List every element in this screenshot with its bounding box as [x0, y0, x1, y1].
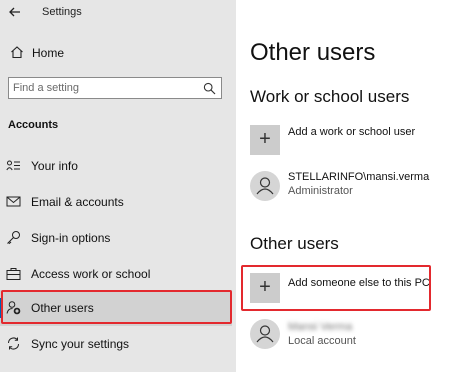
sidebar-item-sign-in-options[interactable]: Sign-in options — [0, 220, 232, 256]
highlight-box — [1, 290, 232, 324]
sidebar-item-your-info[interactable]: Your info — [0, 148, 232, 184]
section-heading-other-users: Other users — [250, 234, 339, 253]
work-user-name[interactable]: STELLARINFO\mansi.verma — [288, 171, 429, 183]
sidebar-item-label: Sync your settings — [31, 337, 130, 351]
briefcase-icon — [6, 268, 21, 280]
highlight-box — [241, 265, 431, 311]
sidebar-item-label: Email & accounts — [31, 195, 124, 209]
section-header-accounts: Accounts — [8, 119, 59, 131]
sidebar: Settings Home Accounts Your info Email &… — [0, 0, 236, 372]
back-arrow-icon[interactable] — [8, 5, 22, 19]
key-icon — [7, 231, 20, 245]
sync-icon — [8, 337, 19, 350]
section-heading-work-school: Work or school users — [250, 87, 410, 106]
home-link[interactable]: Home — [32, 46, 64, 60]
window-title: Settings — [42, 6, 82, 18]
search-icon[interactable] — [203, 82, 216, 95]
avatar[interactable] — [250, 171, 280, 201]
add-work-user-button[interactable]: + — [250, 125, 280, 155]
work-user-role: Administrator — [288, 185, 353, 197]
sidebar-item-sync-settings[interactable]: Sync your settings — [0, 326, 232, 362]
plus-icon: + — [259, 128, 271, 150]
email-icon — [6, 196, 21, 207]
home-icon — [11, 46, 23, 59]
sidebar-item-access-work-school[interactable]: Access work or school — [0, 256, 232, 292]
page-title: Other users — [250, 39, 376, 66]
add-work-user-label[interactable]: Add a work or school user — [288, 126, 415, 138]
avatar[interactable] — [250, 319, 280, 349]
sidebar-item-label: Access work or school — [31, 267, 151, 281]
person-icon — [256, 177, 274, 195]
sidebar-item-label: Your info — [31, 159, 78, 173]
search-box[interactable] — [8, 77, 222, 99]
person-icon — [256, 325, 274, 343]
search-input[interactable] — [13, 80, 193, 96]
sidebar-item-email-accounts[interactable]: Email & accounts — [0, 184, 232, 220]
your-info-icon — [6, 160, 20, 171]
local-user-name[interactable]: Mansi Verma — [288, 321, 352, 333]
local-user-role: Local account — [288, 335, 356, 347]
main-panel: Other users Work or school users + Add a… — [236, 0, 474, 372]
sidebar-item-label: Sign-in options — [31, 231, 111, 245]
